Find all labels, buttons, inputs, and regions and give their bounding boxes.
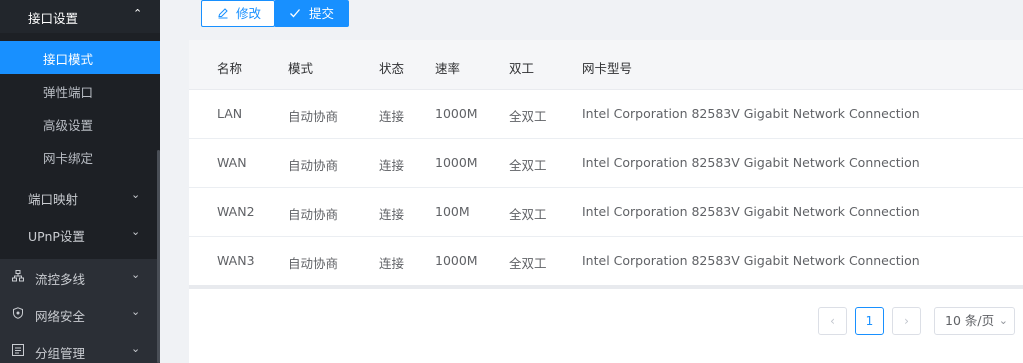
pagination-next-button[interactable]: ›	[892, 307, 921, 335]
sidebar-item-label: 分组管理	[35, 346, 86, 361]
chevron-down-icon: ⌄	[131, 305, 141, 318]
cell-speed: 1000M	[435, 253, 478, 268]
cell-mode: 自动协商	[288, 256, 339, 271]
cell-mode: 自动协商	[288, 109, 339, 124]
cell-status: 连接	[379, 256, 405, 271]
sidebar-item-label: 弹性端口	[43, 85, 94, 100]
chevron-down-icon: ⌄	[131, 268, 141, 281]
edit-button-label: 修改	[236, 6, 262, 21]
table-horizontal-scrollbar[interactable]	[189, 285, 1023, 289]
table-row[interactable]: WAN3 自动协商 连接 1000M 全双工 Intel Corporation…	[189, 237, 1023, 286]
pagination-page-label: 1	[865, 314, 874, 328]
cell-duplex: 全双工	[509, 256, 547, 271]
sidebar-item-label: UPnP设置	[28, 229, 85, 244]
cell-duplex: 全双工	[509, 109, 547, 124]
sidebar-item-label: 网卡绑定	[43, 151, 94, 166]
page-size-label: 10 条/页	[945, 313, 995, 328]
edit-button[interactable]: 修改	[201, 0, 275, 27]
table-row[interactable]: LAN 自动协商 连接 1000M 全双工 Intel Corporation …	[189, 90, 1023, 139]
table-row[interactable]: WAN 自动协商 连接 1000M 全双工 Intel Corporation …	[189, 139, 1023, 188]
sidebar-item-nic-bonding[interactable]: 网卡绑定	[0, 140, 160, 173]
sidebar-item-interface-mode[interactable]: 接口模式	[0, 41, 160, 74]
page-size-select[interactable]: 10 条/页 ⌄	[934, 307, 1015, 335]
cell-speed: 1000M	[435, 106, 478, 121]
sidebar-item-flow-control[interactable]: 流控多线 ⌄	[0, 259, 160, 296]
sidebar-item-elastic-port[interactable]: 弹性端口	[0, 74, 160, 107]
chevron-down-icon: ⌄	[131, 342, 141, 355]
network-icon	[12, 270, 26, 284]
sidebar-item-upnp-settings[interactable]: UPnP设置 ⌄	[0, 216, 160, 253]
submenu-interface-settings[interactable]: 接口设置 ⌃	[0, 0, 160, 33]
cell-speed: 1000M	[435, 155, 478, 170]
cell-nic-model: Intel Corporation 82583V Gigabit Network…	[582, 155, 920, 170]
pencil-icon	[217, 1, 229, 28]
pagination-prev-button[interactable]: ‹	[818, 307, 847, 335]
column-header-speed[interactable]: 速率	[435, 58, 460, 77]
sidebar-item-network-security[interactable]: 网络安全 ⌄	[0, 296, 160, 333]
pagination-page-button[interactable]: 1	[855, 307, 884, 335]
sidebar-item-advanced-settings[interactable]: 高级设置	[0, 107, 160, 140]
submenu-title: 接口设置	[28, 11, 79, 26]
cell-mode: 自动协商	[288, 158, 339, 173]
main-content: 修改 提交 名称 模式 状态 速率 双工 网卡型号 LAN 自动协商 连接 10…	[160, 0, 1023, 363]
cell-mode: 自动协商	[288, 207, 339, 222]
chevron-down-icon: ⌄	[131, 188, 141, 201]
cell-name: LAN	[217, 106, 243, 121]
sidebar-item-label: 高级设置	[43, 118, 94, 133]
column-header-status[interactable]: 状态	[379, 58, 404, 77]
column-header-duplex[interactable]: 双工	[509, 58, 534, 77]
cell-status: 连接	[379, 207, 405, 222]
app-window: 接口设置 ⌃ 接口模式 弹性端口 高级设置 网卡绑定 端口映射 ⌄ UPnP设置…	[0, 0, 1023, 363]
cell-duplex: 全双工	[509, 207, 547, 222]
cell-nic-model: Intel Corporation 82583V Gigabit Network…	[582, 106, 920, 121]
column-header-nic-model[interactable]: 网卡型号	[582, 58, 632, 77]
cell-name: WAN3	[217, 253, 255, 268]
table-header: 名称 模式 状态 速率 双工 网卡型号	[189, 40, 1023, 90]
chevron-up-icon: ⌃	[133, 7, 143, 20]
chevron-down-icon: ⌄	[131, 225, 141, 238]
sidebar-item-label: 流控多线	[35, 272, 86, 287]
chevron-down-icon: ⌄	[998, 314, 1008, 327]
column-header-name[interactable]: 名称	[217, 58, 242, 77]
cell-status: 连接	[379, 158, 405, 173]
sidebar-item-port-mapping[interactable]: 端口映射 ⌄	[0, 179, 160, 216]
sidebar-item-label: 接口模式	[43, 52, 94, 67]
column-header-mode[interactable]: 模式	[288, 58, 313, 77]
submit-button-label: 提交	[309, 6, 335, 21]
cell-nic-model: Intel Corporation 82583V Gigabit Network…	[582, 204, 920, 219]
sidebar-item-label: 端口映射	[28, 192, 79, 207]
cell-name: WAN2	[217, 204, 255, 219]
cell-speed: 100M	[435, 204, 470, 219]
table-row[interactable]: WAN2 自动协商 连接 100M 全双工 Intel Corporation …	[189, 188, 1023, 237]
sidebar-item-group-management[interactable]: 分组管理 ⌄	[0, 333, 160, 363]
chevron-left-icon: ‹	[830, 314, 835, 328]
cell-name: WAN	[217, 155, 247, 170]
group-icon	[12, 344, 26, 358]
check-icon	[289, 1, 301, 28]
cell-status: 连接	[379, 109, 405, 124]
cell-duplex: 全双工	[509, 158, 547, 173]
submit-button[interactable]: 提交	[274, 0, 349, 27]
interface-table-card: 名称 模式 状态 速率 双工 网卡型号 LAN 自动协商 连接 1000M 全双…	[189, 40, 1023, 363]
shield-icon	[12, 307, 26, 321]
cell-nic-model: Intel Corporation 82583V Gigabit Network…	[582, 253, 920, 268]
chevron-right-icon: ›	[904, 314, 909, 328]
sidebar: 接口设置 ⌃ 接口模式 弹性端口 高级设置 网卡绑定 端口映射 ⌄ UPnP设置…	[0, 0, 160, 363]
sidebar-item-label: 网络安全	[35, 309, 86, 324]
